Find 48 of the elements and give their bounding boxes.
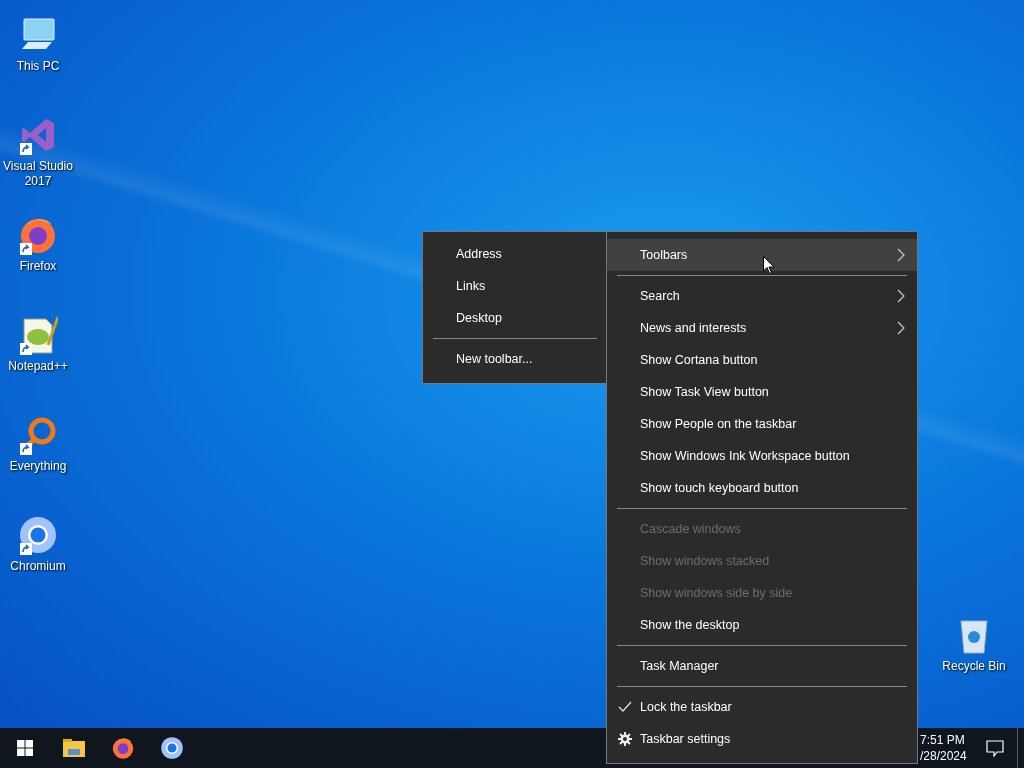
clock-time: 7:51 PM bbox=[920, 732, 966, 748]
desktop-shortcut[interactable]: Notepad++ bbox=[0, 305, 76, 374]
desktop-shortcut[interactable]: Recycle Bin bbox=[936, 605, 1012, 674]
shortcut-label: Chromium bbox=[9, 559, 67, 574]
shortcut-label: Everything bbox=[8, 459, 68, 474]
chromium-icon bbox=[18, 515, 58, 555]
desktop-shortcut[interactable]: Visual Studio 2017 bbox=[0, 105, 76, 189]
shortcut-label: This PC bbox=[15, 59, 61, 74]
shortcut-arrow-icon bbox=[20, 143, 32, 155]
menu-item[interactable]: New toolbar... bbox=[423, 343, 607, 375]
menu-item[interactable]: Search bbox=[607, 280, 917, 312]
shortcut-label: Recycle Bin bbox=[941, 659, 1007, 674]
shortcut-label: Firefox bbox=[18, 259, 58, 274]
shortcut-arrow-icon bbox=[20, 543, 32, 555]
menu-item[interactable]: Show Task View button bbox=[607, 376, 917, 408]
menu-item[interactable]: Links bbox=[423, 270, 607, 302]
folder-icon bbox=[62, 739, 85, 757]
menu-item[interactable]: Show Windows Ink Workspace button bbox=[607, 440, 917, 472]
desktop-shortcut[interactable]: This PC bbox=[0, 5, 76, 74]
shortcut-label: Visual Studio 2017 bbox=[2, 159, 74, 189]
firefox-icon bbox=[110, 736, 135, 760]
shortcut-arrow-icon bbox=[20, 443, 32, 455]
desktop-shortcut[interactable]: Firefox bbox=[0, 205, 76, 274]
shortcut-arrow-icon bbox=[20, 243, 32, 255]
menu-item[interactable]: Taskbar settings bbox=[607, 723, 917, 755]
chevron-right-icon bbox=[897, 321, 905, 335]
windows-logo-icon bbox=[16, 740, 33, 756]
chevron-right-icon bbox=[897, 248, 905, 262]
menu-item[interactable]: Show the desktop bbox=[607, 609, 917, 641]
settings-icon bbox=[618, 732, 632, 746]
menu-item[interactable]: Show People on the taskbar bbox=[607, 408, 917, 440]
mouse-pointer-icon bbox=[763, 256, 775, 275]
menu-item[interactable]: Task Manager bbox=[607, 650, 917, 682]
menu-item[interactable]: News and interests bbox=[607, 312, 917, 344]
desktop-shortcut[interactable]: Everything bbox=[0, 405, 76, 474]
shortcut-label: Notepad++ bbox=[7, 359, 69, 374]
chevron-right-icon bbox=[897, 289, 905, 303]
menu-item[interactable]: Show touch keyboard button bbox=[607, 472, 917, 504]
desktop-shortcut[interactable]: Chromium bbox=[0, 505, 76, 574]
menu-item[interactable]: Show Cortana button bbox=[607, 344, 917, 376]
chromium-icon bbox=[159, 736, 184, 760]
menu-item[interactable]: Toolbars bbox=[607, 239, 917, 271]
clock-date: /28/2024 bbox=[920, 748, 968, 764]
shortcut-arrow-icon bbox=[20, 343, 32, 355]
speech-bubble-icon bbox=[986, 739, 1004, 757]
menu-item[interactable]: Lock the taskbar bbox=[607, 691, 917, 723]
menu-item[interactable]: Desktop bbox=[423, 302, 607, 334]
menu-item[interactable]: Address bbox=[423, 238, 607, 270]
